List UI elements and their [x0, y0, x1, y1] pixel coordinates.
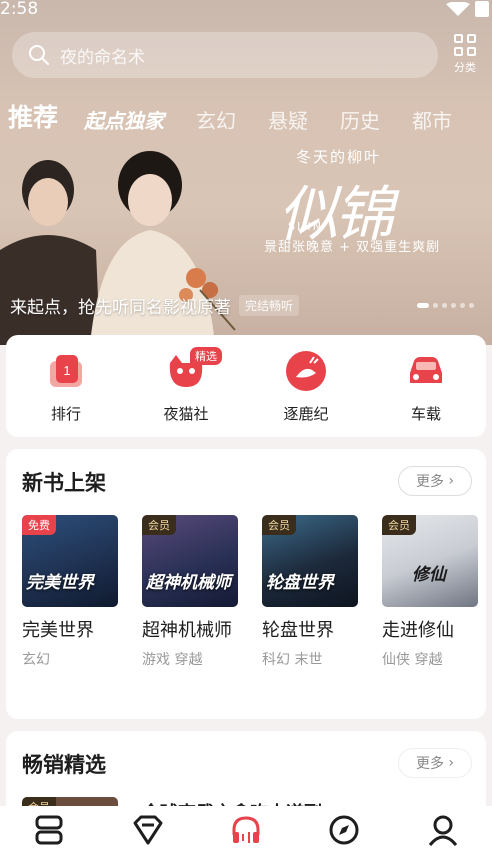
banner-title-block: 冬天的柳叶 似锦 SIJIN 景甜张晚意 + 双强重生爽剧: [264, 140, 492, 270]
bookshelf-icon[interactable]: [32, 813, 66, 847]
best-sellers-more-button[interactable]: 更多 ›: [398, 748, 472, 778]
book-cover: 免费 完美世界: [22, 515, 118, 607]
banner-author: 冬天的柳叶: [296, 148, 382, 166]
book-item[interactable]: 会员 轮盘世界 轮盘世界 科幻 末世: [262, 515, 358, 669]
banner-slogan: 景甜张晚意 + 双强重生爽剧: [264, 240, 441, 255]
explore-icon[interactable]: [327, 813, 361, 847]
vip-badge: 会员: [142, 515, 176, 535]
deer-icon: [286, 351, 326, 391]
banner-pinyin: SIJIN: [288, 220, 323, 233]
book-cover: 会员 超神机械师: [142, 515, 238, 607]
best-sellers-title: 畅销精选: [22, 753, 106, 777]
entry-deer[interactable]: 逐鹿纪: [246, 335, 366, 437]
category-button[interactable]: 分类: [446, 34, 484, 78]
book-item[interactable]: 会员 超神机械师 超神机械师 游戏 穿越: [142, 515, 238, 669]
hero-banner[interactable]: 2:58 夜的命名术 分类 推荐 起点独家 玄幻 悬疑 历史 都市 冬天的柳叶: [0, 0, 492, 345]
search-bar[interactable]: 夜的命名术: [12, 32, 438, 78]
rank-icon: 1: [50, 355, 82, 387]
vip-badge: 会员: [382, 515, 416, 535]
more-label: 更多: [415, 756, 444, 772]
status-bar: 2:58: [0, 0, 492, 22]
banner-caption: 来起点，抢先听同名影视原著 完结畅听: [10, 293, 300, 318]
bottom-nav: [0, 806, 492, 854]
new-books-more-button[interactable]: 更多 ›: [398, 466, 472, 496]
vip-badge: 会员: [262, 515, 296, 535]
free-badge: 免费: [22, 515, 56, 535]
battery-icon: [475, 1, 489, 17]
book-name: 超神机械师: [142, 620, 232, 641]
banner-caption-text: 来起点，抢先听同名影视原著: [10, 298, 231, 318]
book-name: 完美世界: [22, 620, 94, 641]
search-placeholder: 夜的命名术: [60, 47, 145, 68]
tab-recommend[interactable]: 推荐: [8, 98, 58, 134]
entry-car[interactable]: 车载: [366, 335, 486, 437]
listen-icon[interactable]: [229, 813, 263, 847]
wifi-icon: [446, 2, 470, 16]
book-tags: 科幻 末世: [262, 652, 323, 668]
profile-icon[interactable]: [426, 813, 460, 847]
cover-title: 超神机械师: [146, 573, 231, 593]
grid-icon: [454, 34, 476, 56]
more-label: 更多: [415, 474, 444, 490]
tab-urban[interactable]: 都市: [412, 105, 452, 134]
book-cover: 会员 修仙: [382, 515, 478, 607]
category-label: 分类: [454, 61, 476, 74]
new-books-section: 新书上架 更多 › 免费 完美世界 完美世界 玄幻 会员 超神机械师 超神机械师…: [6, 449, 486, 719]
tab-history[interactable]: 历史: [340, 105, 380, 134]
book-tags: 仙侠 穿越: [382, 652, 443, 668]
book-name: 轮盘世界: [262, 620, 334, 641]
book-tags: 游戏 穿越: [142, 652, 203, 668]
channel-tabs: 推荐 起点独家 玄幻 悬疑 历史 都市: [8, 98, 484, 134]
svg-text:1: 1: [63, 363, 70, 378]
book-item[interactable]: 免费 完美世界 完美世界 玄幻: [22, 515, 118, 669]
quick-entries: 1 排行 精选 夜猫社 逐鹿纪 车载: [6, 335, 486, 437]
book-item[interactable]: 会员 修仙 走进修仙 仙侠 穿越: [382, 515, 478, 669]
discover-icon[interactable]: [131, 813, 165, 847]
entry-deer-label: 逐鹿纪: [283, 405, 329, 423]
entry-night-cat-tag: 精选: [190, 347, 222, 365]
entry-rank[interactable]: 1 排行: [6, 335, 126, 437]
cover-title: 完美世界: [26, 573, 94, 593]
search-icon: [29, 45, 49, 65]
new-books-list: 免费 完美世界 完美世界 玄幻 会员 超神机械师 超神机械师 游戏 穿越 会员 …: [22, 515, 478, 669]
status-time: 2:58: [0, 0, 39, 19]
car-icon: [410, 357, 442, 383]
book-tags: 玄幻: [22, 652, 50, 668]
entry-night-cat[interactable]: 精选 夜猫社: [126, 335, 246, 437]
cover-title: 修仙: [412, 565, 446, 585]
entry-night-cat-label: 夜猫社: [163, 405, 209, 423]
new-books-title: 新书上架: [22, 471, 106, 495]
chevron-right-icon: ›: [443, 755, 455, 771]
book-cover: 会员 轮盘世界: [262, 515, 358, 607]
entry-rank-label: 排行: [50, 405, 81, 423]
carousel-indicator: [417, 303, 474, 308]
entry-car-label: 车载: [410, 405, 441, 423]
chevron-right-icon: ›: [443, 473, 455, 489]
cover-title: 轮盘世界: [266, 573, 334, 593]
banner-caption-badge: 完结畅听: [239, 295, 300, 316]
book-name: 走进修仙: [382, 620, 454, 641]
